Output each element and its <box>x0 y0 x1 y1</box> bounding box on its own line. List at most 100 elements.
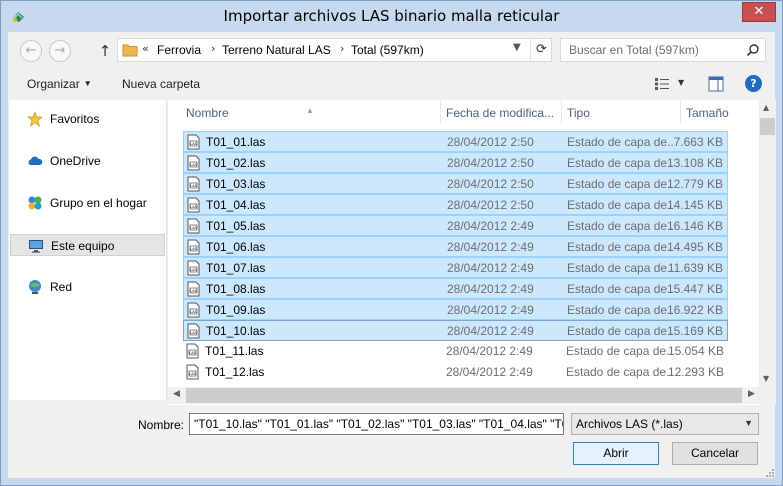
nav-item-este-equipo[interactable]: Este equipo <box>10 234 165 256</box>
nav-item-grupo-hogar[interactable]: Grupo en el hogar <box>10 192 165 214</box>
file-type: Estado de capa de... <box>567 324 675 338</box>
las-file-icon: LAS <box>186 343 199 359</box>
file-date: 28/04/2012 2:50 <box>447 156 534 170</box>
vertical-scrollbar[interactable]: ▲ ▼ <box>759 100 776 387</box>
navigation-pane: Favoritos OneDrive Grupo en el hogar Est… <box>9 100 167 400</box>
scroll-down-icon[interactable]: ▼ <box>763 374 769 383</box>
svg-text:LAS: LAS <box>190 142 197 146</box>
scroll-left-icon[interactable]: ◀ <box>173 389 180 399</box>
file-name: T01_03.las <box>206 177 266 191</box>
folder-icon <box>122 44 138 57</box>
las-file-icon: LAS <box>187 155 200 171</box>
nav-item-red[interactable]: Red <box>10 276 165 298</box>
address-history-chevron-icon[interactable]: ▼ <box>513 42 521 53</box>
file-type-value: Archivos LAS (*.las) <box>576 417 683 431</box>
search-input[interactable]: Buscar en Total (597km) <box>569 43 699 57</box>
cancel-button[interactable]: Cancelar <box>672 442 758 465</box>
breadcrumb-separator-icon: › <box>211 42 216 55</box>
file-name: T01_08.las <box>206 282 266 296</box>
back-button[interactable]: ← <box>20 40 42 62</box>
open-button[interactable]: Abrir <box>573 442 659 465</box>
view-dropdown-chevron-icon[interactable]: ▼ <box>678 78 684 87</box>
breadcrumb-ferrovia[interactable]: Ferrovia <box>157 43 201 57</box>
file-row[interactable]: LAS T01_01.las 28/04/2012 2:50 Estado de ca… <box>183 131 728 152</box>
svg-text:LAS: LAS <box>190 163 197 167</box>
file-row[interactable]: LAS T01_05.las 28/04/2012 2:49 Estado de ca… <box>183 215 728 236</box>
nav-label: Red <box>50 280 73 294</box>
svg-text:LAS: LAS <box>190 184 197 188</box>
help-icon[interactable]: ? <box>745 75 762 92</box>
file-size: 7.663 KB <box>673 135 723 149</box>
file-row[interactable]: LAS T01_08.las 28/04/2012 2:49 Estado de ca… <box>183 278 728 299</box>
file-size: 15.447 KB <box>666 282 723 296</box>
column-header-type[interactable]: Tipo <box>562 100 680 124</box>
las-file-icon: LAS <box>187 323 200 339</box>
svg-text:LAS: LAS <box>190 247 197 251</box>
file-name: T01_09.las <box>206 303 266 317</box>
close-button[interactable]: ✕ <box>742 2 776 22</box>
file-name: T01_12.las <box>205 365 265 379</box>
nav-item-onedrive[interactable]: OneDrive <box>10 150 165 172</box>
file-name: T01_05.las <box>206 219 266 233</box>
file-row[interactable]: LAS T01_02.las 28/04/2012 2:50 Estado de ca… <box>183 152 728 173</box>
new-folder-button[interactable]: Nueva carpeta <box>122 77 200 91</box>
chevron-down-icon: ▼ <box>744 418 753 428</box>
file-size: 14.495 KB <box>666 240 723 254</box>
preview-pane-icon[interactable] <box>708 76 724 92</box>
chevron-down-icon: ▼ <box>83 79 92 88</box>
search-icon[interactable] <box>745 42 761 58</box>
file-date: 28/04/2012 2:49 <box>447 303 534 317</box>
scroll-thumb[interactable] <box>760 118 775 135</box>
file-list: Nombre ▲ Fecha de modifica... Tipo Tamañ… <box>168 100 759 405</box>
address-bar[interactable]: « Ferrovia › Terreno Natural LAS › Total… <box>117 38 552 62</box>
scroll-right-icon[interactable]: ▶ <box>748 389 755 399</box>
breadcrumb-terreno[interactable]: Terreno Natural LAS <box>222 43 331 57</box>
file-type: Estado de capa de... <box>567 177 675 191</box>
file-name: T01_10.las <box>206 324 266 338</box>
svg-text:LAS: LAS <box>190 289 197 293</box>
filename-input[interactable]: "T01_10.las" "T01_01.las" "T01_02.las" "… <box>189 413 564 435</box>
scroll-thumb[interactable] <box>186 388 742 403</box>
refresh-icon[interactable]: ⟳ <box>530 39 552 61</box>
scroll-up-icon[interactable]: ▲ <box>763 103 769 112</box>
resize-grip-icon[interactable] <box>765 468 775 478</box>
file-size: 16.146 KB <box>666 219 723 233</box>
file-type-select[interactable]: Archivos LAS (*.las) ▼ <box>571 413 759 435</box>
file-row[interactable]: LAS T01_09.las 28/04/2012 2:49 Estado de ca… <box>183 299 728 320</box>
column-header-size[interactable]: Tamaño <box>681 100 759 124</box>
file-row[interactable]: LAS T01_06.las 28/04/2012 2:49 Estado de ca… <box>183 236 728 257</box>
file-row[interactable]: LAS T01_11.las 28/04/2012 2:49 Estado de ca… <box>183 341 728 362</box>
las-file-icon: LAS <box>187 260 200 276</box>
file-size: 14.145 KB <box>666 198 723 212</box>
svg-text:LAS: LAS <box>190 268 197 272</box>
dialog-window: Importar archivos LAS binario malla reti… <box>0 0 783 486</box>
file-row[interactable]: LAS T01_07.las 28/04/2012 2:49 Estado de ca… <box>183 257 728 278</box>
file-size: 15.054 KB <box>667 344 724 358</box>
organize-button[interactable]: Organizar ▼ <box>27 77 92 91</box>
file-row[interactable]: LAS T01_10.las 28/04/2012 2:49 Estado de ca… <box>183 320 728 341</box>
horizontal-scrollbar[interactable]: ◀ ▶ <box>168 387 759 404</box>
file-date: 28/04/2012 2:49 <box>447 219 534 233</box>
breadcrumb-overflow[interactable]: « <box>142 42 149 55</box>
file-date: 28/04/2012 2:49 <box>447 324 534 338</box>
breadcrumb-total[interactable]: Total (597km) <box>351 43 424 57</box>
title-bar[interactable]: Importar archivos LAS binario malla reti… <box>1 1 782 32</box>
file-date: 28/04/2012 2:49 <box>447 240 534 254</box>
nav-item-favoritos[interactable]: Favoritos <box>10 108 165 130</box>
svg-text:LAS: LAS <box>190 226 197 230</box>
up-button[interactable]: ↑ <box>97 40 113 62</box>
search-box[interactable]: Buscar en Total (597km) <box>560 38 766 62</box>
file-row[interactable]: LAS T01_12.las 28/04/2012 2:49 Estado de ca… <box>183 362 728 383</box>
file-date: 28/04/2012 2:49 <box>446 365 533 379</box>
star-icon <box>27 111 43 127</box>
view-options-icon[interactable] <box>654 77 670 91</box>
las-file-icon: LAS <box>187 176 200 192</box>
file-name: T01_07.las <box>206 261 266 275</box>
column-header-date[interactable]: Fecha de modifica... <box>441 100 561 124</box>
computer-icon <box>29 240 43 253</box>
file-date: 28/04/2012 2:50 <box>447 198 534 212</box>
forward-button[interactable]: → <box>49 40 71 62</box>
file-row[interactable]: LAS T01_04.las 28/04/2012 2:50 Estado de ca… <box>183 194 728 215</box>
file-row[interactable]: LAS T01_03.las 28/04/2012 2:50 Estado de ca… <box>183 173 728 194</box>
column-header-name[interactable]: Nombre ▲ <box>168 100 440 124</box>
